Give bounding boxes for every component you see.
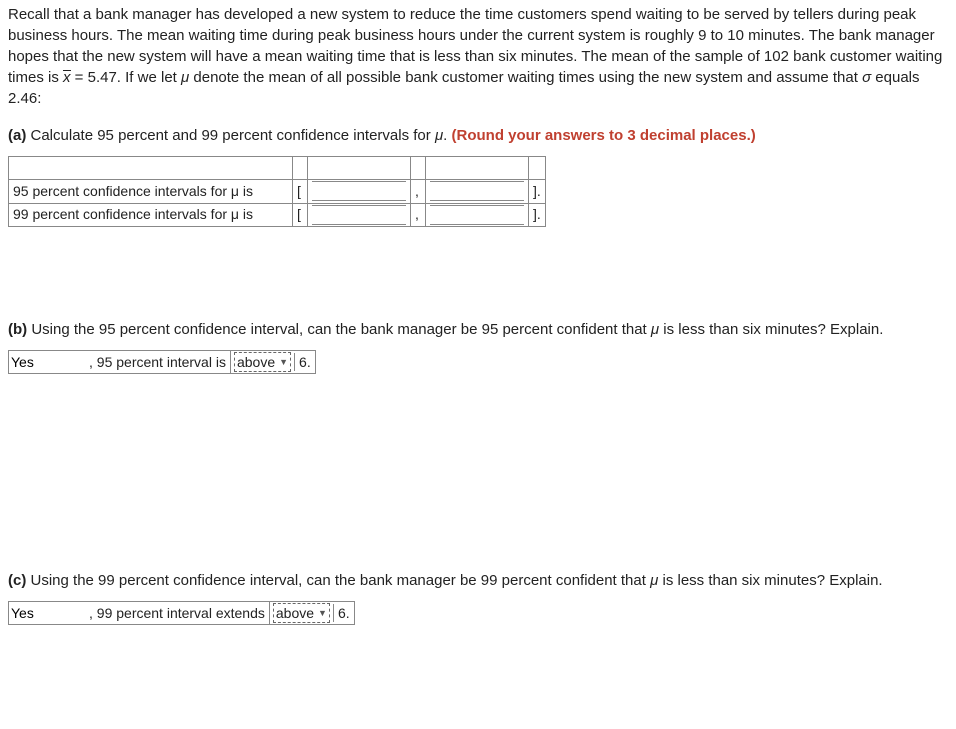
close-bracket: ]. (529, 180, 546, 204)
part-c-dropdown[interactable]: above ▼ (273, 603, 330, 623)
part-b-six: 6. (295, 351, 315, 373)
ci-99-upper-input[interactable] (430, 205, 524, 225)
mu-symbol: μ (181, 69, 189, 86)
ci-95-row: 95 percent confidence intervals for μ is… (9, 180, 546, 204)
ci-99-label: 99 percent confidence intervals for μ is (9, 203, 293, 227)
part-c-text: Using the 99 percent confidence interval… (26, 572, 650, 589)
sigma-symbol: σ (862, 69, 871, 86)
part-a-text: Calculate 95 percent and 99 percent conf… (26, 127, 435, 144)
part-a-text2: . (443, 127, 451, 144)
round-instruction: (Round your answers to 3 decimal places.… (452, 127, 756, 144)
part-b-label: (b) (8, 321, 27, 338)
open-bracket: [ (293, 203, 308, 227)
part-c-six: 6. (334, 602, 354, 624)
xbar-symbol: x (63, 67, 71, 88)
open-bracket: [ (293, 180, 308, 204)
part-c-yesno-input[interactable] (9, 604, 85, 622)
part-b-answer: , 95 percent interval is above ▼ 6. (8, 350, 316, 374)
part-b-dropdown-value: above (237, 353, 275, 371)
mu-symbol-b: μ (651, 321, 659, 338)
part-b-yesno-input[interactable] (9, 353, 85, 371)
comma: , (411, 180, 426, 204)
comma: , (411, 203, 426, 227)
part-a-prompt: (a) Calculate 95 percent and 99 percent … (8, 125, 948, 146)
ci-95-lower-input[interactable] (312, 181, 406, 201)
intro-text-3: denote the mean of all possible bank cus… (189, 69, 862, 86)
ci-99-row: 99 percent confidence intervals for μ is… (9, 203, 546, 227)
intro-text-2: = 5.47. If we let (71, 69, 181, 86)
part-b-dropdown[interactable]: above ▼ (234, 352, 291, 372)
part-c-mid: , 99 percent interval extends (85, 602, 270, 624)
ci-95-label: 95 percent confidence intervals for μ is (9, 180, 293, 204)
problem-intro: Recall that a bank manager has developed… (8, 4, 948, 109)
ci-table: 95 percent confidence intervals for μ is… (8, 156, 546, 227)
part-c-answer: , 99 percent interval extends above ▼ 6. (8, 601, 355, 625)
close-bracket: ]. (529, 203, 546, 227)
part-a-label: (a) (8, 127, 26, 144)
mu-symbol-a: μ (435, 127, 443, 144)
part-c-prompt: (c) Using the 99 percent confidence inte… (8, 570, 948, 591)
part-b-mid: , 95 percent interval is (85, 351, 231, 373)
part-b-text2: is less than six minutes? Explain. (659, 321, 883, 338)
part-c-label: (c) (8, 572, 26, 589)
part-b-text: Using the 95 percent confidence interval… (27, 321, 651, 338)
ci-95-upper-input[interactable] (430, 181, 524, 201)
part-b-prompt: (b) Using the 95 percent confidence inte… (8, 319, 948, 340)
chevron-down-icon: ▼ (279, 353, 288, 371)
part-c-dropdown-value: above (276, 604, 314, 622)
ci-99-lower-input[interactable] (312, 205, 406, 225)
part-c-text2: is less than six minutes? Explain. (658, 572, 882, 589)
chevron-down-icon: ▼ (318, 604, 327, 622)
